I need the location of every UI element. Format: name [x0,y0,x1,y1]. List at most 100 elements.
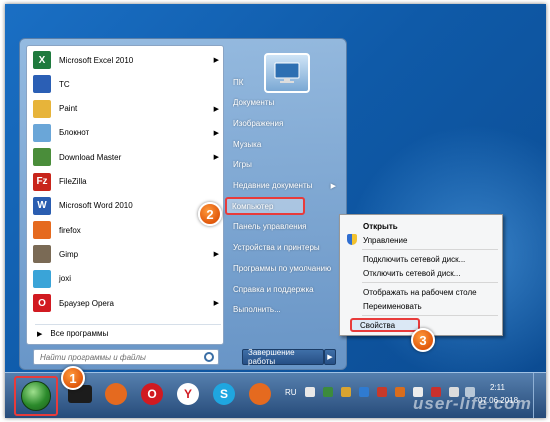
place-item[interactable]: Панель управления [228,218,340,236]
shield-icon [347,234,357,245]
tray-app-icon[interactable] [359,387,369,397]
watermark: user-life.com [413,394,532,413]
place-item[interactable]: Недавние документы ▶ [228,177,340,195]
place-item[interactable]: Программы по умолчанию [228,259,340,277]
program-item[interactable]: WMicrosoft Word 2010▶ [31,194,221,218]
notepad-icon [33,123,51,142]
program-label: Paint [59,104,78,114]
tray-app-icon[interactable] [377,387,387,397]
taskbar-app[interactable]: S [209,379,239,409]
start-menu: X Microsoft Excel 2010 ▶ TC Paint ▶ Блокнот ▶ Do… [19,38,347,370]
program-item[interactable]: Paint ▶ [31,97,221,121]
program-label: Браузер Opera [59,298,114,308]
submenu-arrow-icon: ▶ [213,129,219,137]
firefox-icon [105,383,127,405]
program-label: Download Master [59,152,122,162]
place-item[interactable]: Компьютер [225,197,305,216]
places-pane: ПК Документы Изображения Музыка Игры Недавние… [225,45,342,345]
program-item[interactable]: Gimp ▶ [31,242,221,266]
program-label: FileZilla [59,177,87,186]
skype-icon: S [213,383,235,405]
ctx-disconnect-drive[interactable]: Отключить сетевой диск... [343,266,499,280]
place-item[interactable]: Изображения [228,114,340,132]
windows-logo-icon [21,381,51,411]
taskbar-app[interactable] [101,379,131,409]
tray-help-icon[interactable] [305,387,315,397]
submenu-arrow-icon: ▶ [213,105,219,113]
program-item[interactable]: firefox [31,218,221,242]
taskbar-app[interactable] [245,379,275,409]
show-desktop-button[interactable] [533,373,546,418]
triangle-right-icon: ▶ [37,330,43,338]
ctx-open[interactable]: Открыть [343,219,499,233]
programs-pane: X Microsoft Excel 2010 ▶ TC Paint ▶ Блокнот ▶ Do… [26,45,224,345]
menu-separator [362,282,498,283]
all-programs-button[interactable]: ▶ Все программы [37,329,108,338]
totalcommander-icon [33,75,51,94]
place-item[interactable]: Справка и поддержка [228,280,340,298]
program-item[interactable]: Download Master ▶ [31,145,221,169]
program-item[interactable]: Fz FileZilla [31,170,221,194]
menu-separator [362,249,498,250]
place-item[interactable]: Устройства и принтеры [228,239,340,257]
program-item[interactable]: joxi [31,267,221,291]
submenu-arrow-icon: ▶ [330,182,336,190]
place-label: Панель управления [233,222,307,232]
place-label: Компьютер [232,201,274,211]
place-label: Музыка [233,139,262,149]
chevron-right-icon: ▶ [327,354,333,361]
taskbar-app[interactable]: Y [173,379,203,409]
word-icon: W [33,196,51,215]
submenu-arrow-icon: ▶ [213,154,219,162]
clock-time[interactable]: 2:11 [490,383,505,392]
ctx-manage[interactable]: Управление [343,233,499,247]
programs-divider [35,324,221,325]
program-label: Microsoft Excel 2010 [59,55,134,65]
shutdown-options-button[interactable]: ▶ [324,349,336,365]
place-label: Устройства и принтеры [233,243,320,253]
ctx-properties[interactable]: Свойства [350,318,420,332]
shutdown-button[interactable]: Завершение работы [242,348,324,366]
language-indicator[interactable]: RU [285,388,297,397]
tray-app-icon[interactable] [323,387,333,397]
tray-app-icon[interactable] [395,387,405,397]
place-item[interactable]: Выполнить... [228,301,340,319]
program-label: joxi [59,274,72,284]
ctx-show-on-desktop[interactable]: Отображать на рабочем столе [343,285,499,299]
program-label: Gimp [59,249,79,259]
start-button[interactable] [14,376,58,416]
place-label: Программы по умолчанию [233,263,332,273]
program-label: Блокнот [59,128,90,138]
program-item[interactable]: TC [31,72,221,96]
program-item[interactable]: O Браузер Opera ▶ [31,291,221,315]
place-label: Документы [233,98,275,108]
step-callout-1: 1 [61,366,85,390]
program-label: TC [59,79,70,89]
place-item[interactable]: ПК [228,73,340,91]
place-label: Выполнить... [233,305,281,315]
excel-icon: X [33,51,51,69]
taskbar-app[interactable]: O [137,379,167,409]
program-item[interactable]: X Microsoft Excel 2010 ▶ [31,48,221,72]
search-input[interactable]: Найти программы и файлы [33,349,219,365]
place-item[interactable]: Документы [228,94,340,112]
paint-icon [33,99,51,118]
ctx-manage-label: Управление [363,235,408,245]
gimp-icon [33,245,51,264]
place-label: Игры [233,160,252,170]
program-label: Microsoft Word 2010 [59,201,133,211]
step-callout-2: 2 [198,202,222,226]
submenu-arrow-icon: ▶ [213,57,219,64]
ctx-rename[interactable]: Переименовать [343,299,499,313]
download-master-icon [33,148,51,167]
opera-icon: O [33,294,51,312]
joxi-icon [33,269,51,288]
place-label: ПК [233,77,244,87]
program-item[interactable]: Блокнот ▶ [31,121,221,145]
ctx-map-drive[interactable]: Подключить сетевой диск... [343,252,499,266]
tray-app-icon[interactable] [341,387,351,397]
all-programs-label: Все программы [50,329,109,338]
place-item[interactable]: Музыка [228,135,340,153]
place-item[interactable]: Игры [228,156,340,174]
firefox-icon [33,221,51,240]
